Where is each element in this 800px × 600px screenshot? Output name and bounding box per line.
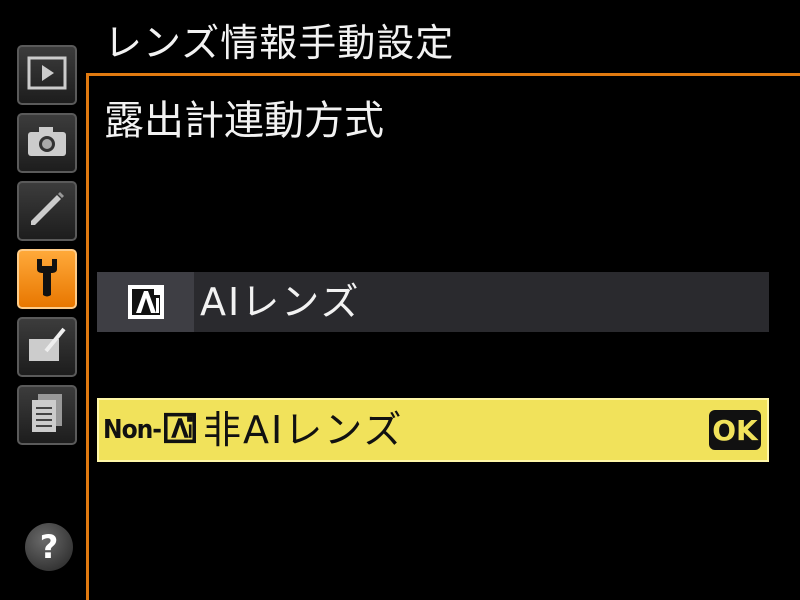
playback-icon	[27, 56, 67, 94]
help-icon: ?	[39, 528, 59, 566]
option-ai-lens[interactable]: AIレンズ	[97, 272, 769, 332]
non-ai-lens-badge: Non-	[103, 400, 197, 460]
tab-retouch[interactable]	[17, 317, 77, 377]
menu-title: レンズ情報手動設定	[104, 21, 455, 65]
option-non-ai-lens[interactable]: Non- 非AIレンズ OK	[97, 398, 769, 462]
option-label: 非AIレンズ	[203, 408, 404, 452]
wrench-icon	[29, 255, 65, 303]
ai-lens-icon	[97, 272, 194, 332]
camera-icon	[26, 124, 68, 162]
tab-custom-settings[interactable]	[17, 181, 77, 241]
page-title: 露出計連動方式	[104, 98, 384, 144]
content-panel	[86, 73, 800, 600]
tab-shooting[interactable]	[17, 113, 77, 173]
help-button[interactable]: ?	[25, 523, 73, 571]
menu-sidebar: ?	[0, 0, 90, 600]
non-prefix: Non-	[103, 415, 162, 445]
tab-setup[interactable]	[17, 249, 77, 309]
my-menu-icon	[28, 392, 66, 438]
pencil-icon	[27, 189, 67, 233]
ai-lens-icon	[163, 412, 197, 448]
option-label: AIレンズ	[200, 280, 361, 324]
tab-playback[interactable]	[17, 45, 77, 105]
ok-button[interactable]: OK	[709, 410, 761, 450]
tab-my-menu[interactable]	[17, 385, 77, 445]
retouch-icon	[26, 325, 68, 369]
